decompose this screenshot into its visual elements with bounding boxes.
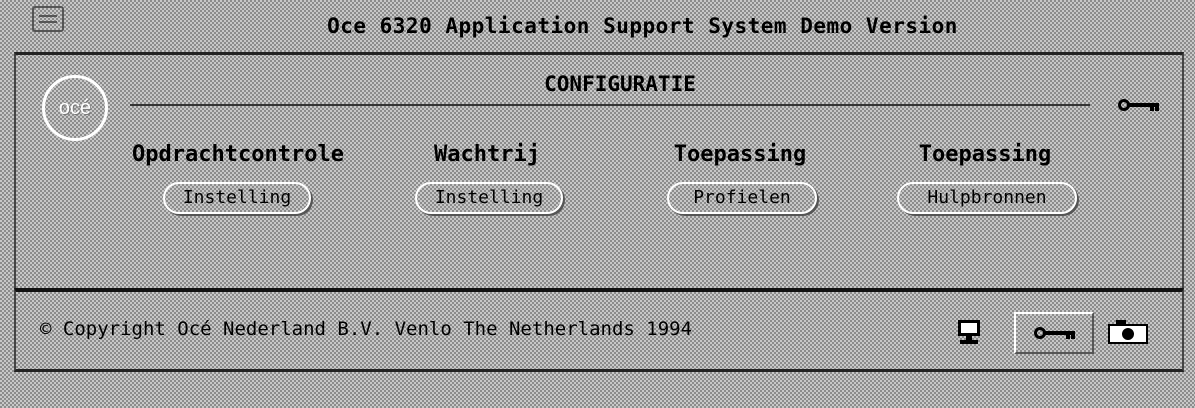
key-button[interactable]: [1014, 312, 1094, 354]
title-bar: Oce 6320 Application Support System Demo…: [0, 0, 1195, 52]
toepassing-profielen-button[interactable]: Profielen: [667, 182, 817, 214]
wachtrij-instelling-button[interactable]: Instelling: [415, 182, 563, 214]
section-title: CONFIGURATIE: [544, 72, 696, 96]
toepassing-hulpbronnen-button[interactable]: Hulpbronnen: [897, 182, 1077, 214]
camera-button[interactable]: [1102, 312, 1154, 354]
header-toepassing-hulpbronnen: Toepassing: [918, 142, 1052, 167]
header-opdrachtcontrole: Opdrachtcontrole: [132, 142, 344, 167]
opdrachtcontrole-instelling-button[interactable]: Instelling: [163, 182, 311, 214]
oce-logo: océ: [42, 75, 108, 141]
camera-icon: [1108, 320, 1148, 344]
window-title: Oce 6320 Application Support System Demo…: [327, 14, 958, 38]
key-icon: [1118, 98, 1160, 112]
monitor-icon: [956, 320, 984, 346]
section-divider: [130, 104, 1090, 106]
key-icon: [1034, 326, 1076, 340]
header-wachtrij: Wachtrij: [434, 142, 540, 167]
header-toepassing-profielen: Toepassing: [673, 142, 807, 167]
monitor-button[interactable]: [940, 312, 1002, 354]
copyright-text: © Copyright Océ Nederland B.V. Venlo The…: [40, 318, 693, 340]
